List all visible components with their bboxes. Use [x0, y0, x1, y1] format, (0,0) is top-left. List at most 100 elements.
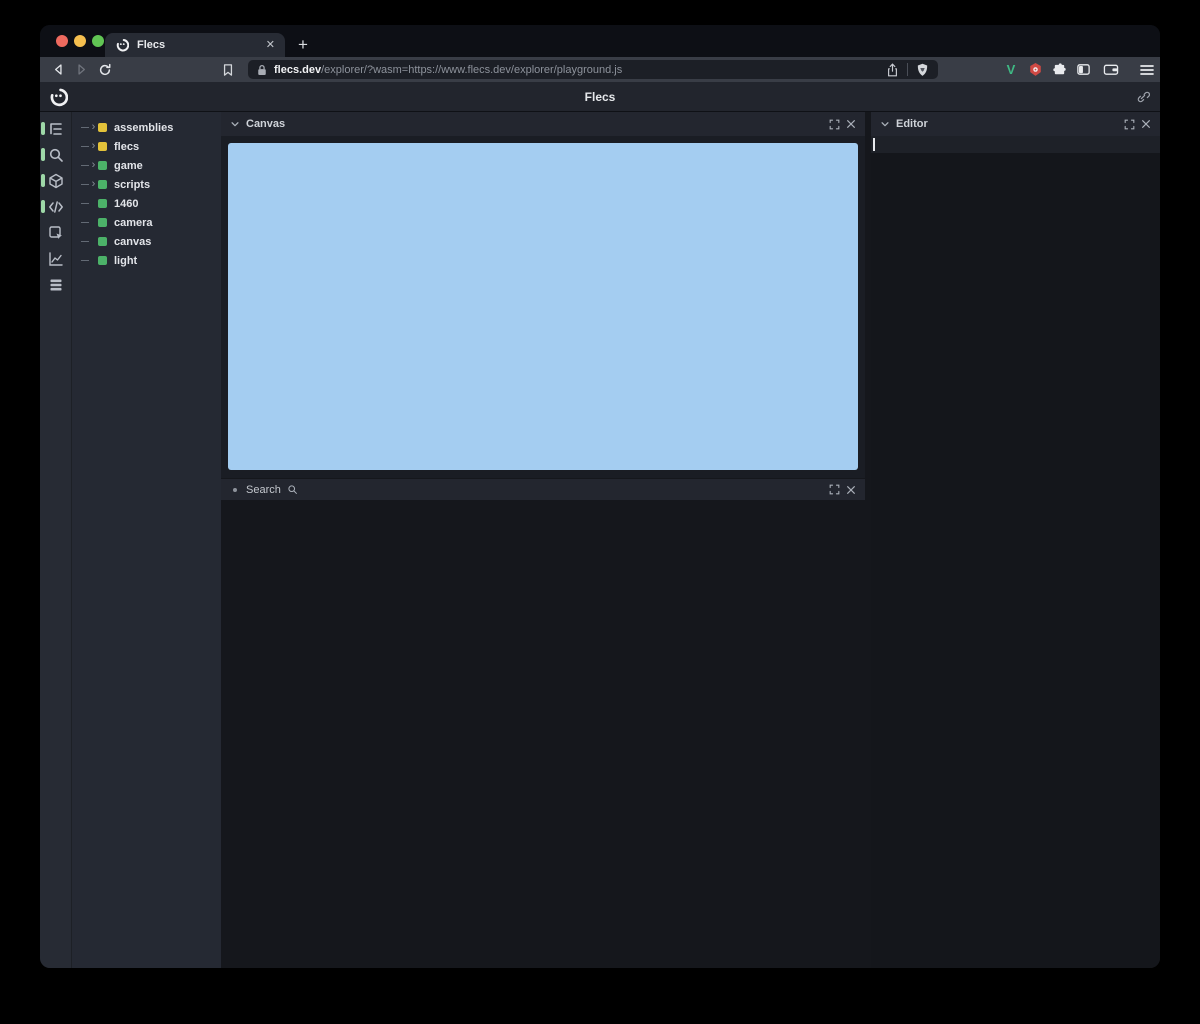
collapsed-bullet-icon[interactable]	[233, 488, 237, 492]
minimize-window-button[interactable]	[74, 35, 86, 47]
forward-icon[interactable]	[71, 57, 91, 82]
page-title: Flecs	[40, 90, 1160, 104]
tab-bar: Flecs ✕ +	[40, 25, 1160, 57]
tree-item-flecs[interactable]: › flecs	[72, 137, 221, 156]
close-window-button[interactable]	[56, 35, 68, 47]
active-indicator	[41, 174, 45, 187]
expand-chevron-icon[interactable]: ›	[89, 160, 98, 171]
tree-branch-line	[81, 260, 89, 261]
editor-panel-title: Editor	[896, 118, 928, 130]
entity-color-swatch	[98, 256, 107, 265]
rail-tables-button[interactable]	[40, 272, 71, 298]
browser-tab[interactable]: Flecs ✕	[105, 33, 285, 57]
tree-item-game[interactable]: › game	[72, 156, 221, 175]
tree-item-1460[interactable]: 1460	[72, 194, 221, 213]
tree-item-label: assemblies	[114, 122, 173, 134]
extension-red-badge-icon[interactable]	[1026, 57, 1044, 82]
urlbar-separator	[907, 63, 908, 76]
tree-item-light[interactable]: light	[72, 251, 221, 270]
screenshot: Flecs ✕ + flecs.dev/explor	[0, 0, 1200, 1024]
tab-close-icon[interactable]: ✕	[266, 40, 275, 51]
url-text: flecs.dev/explorer/?wasm=https://www.fle…	[274, 64, 622, 76]
urlbar-actions	[886, 63, 929, 77]
brave-shield-icon[interactable]	[916, 63, 929, 77]
rail-code-button[interactable]	[40, 194, 71, 220]
navigation-bar: flecs.dev/explorer/?wasm=https://www.fle…	[40, 57, 1160, 82]
canvas-column: Canvas Search	[221, 112, 865, 968]
tree-item-label: game	[114, 160, 143, 172]
collapse-chevron-down-icon[interactable]	[230, 119, 240, 129]
text-caret	[873, 138, 875, 151]
rail-entities-button[interactable]	[40, 168, 71, 194]
tree-item-label: scripts	[114, 179, 150, 191]
app-header: Flecs	[40, 82, 1160, 112]
tree-item-label: 1460	[114, 198, 138, 210]
sidebar-toggle-icon[interactable]	[1074, 57, 1092, 82]
search-icon	[48, 147, 64, 163]
lock-icon	[257, 64, 267, 76]
tree-item-label: flecs	[114, 141, 139, 153]
cube-icon	[48, 173, 64, 189]
entity-color-swatch	[98, 199, 107, 208]
search-panel-title: Search	[246, 484, 281, 496]
active-indicator	[41, 122, 45, 135]
collapse-chevron-down-icon[interactable]	[880, 119, 890, 129]
wallet-icon[interactable]	[1102, 57, 1120, 82]
fullscreen-icon[interactable]	[1124, 119, 1135, 130]
extensions-puzzle-icon[interactable]	[1050, 57, 1068, 82]
tree-branch-line	[81, 184, 89, 185]
share-icon[interactable]	[886, 63, 899, 77]
rail-inspect-button[interactable]	[40, 220, 71, 246]
webgl-canvas[interactable]	[228, 143, 858, 470]
close-panel-icon[interactable]	[846, 119, 856, 129]
canvas-panel-title: Canvas	[246, 118, 285, 130]
tab-favicon-flecs-icon	[115, 38, 129, 52]
tree-item-canvas[interactable]: canvas	[72, 232, 221, 251]
fullscreen-icon[interactable]	[829, 484, 840, 495]
inspect-cursor-icon	[48, 225, 64, 241]
editor-panel-header[interactable]: Editor	[871, 112, 1160, 136]
tree-item-label: canvas	[114, 236, 151, 248]
back-icon[interactable]	[48, 57, 68, 82]
rail-tree-button[interactable]	[40, 116, 71, 142]
search-panel-header[interactable]: Search	[221, 479, 865, 500]
close-panel-icon[interactable]	[846, 485, 856, 495]
expand-chevron-icon[interactable]: ›	[89, 122, 98, 133]
rail-search-button[interactable]	[40, 142, 71, 168]
code-icon	[48, 199, 64, 215]
tree-item-assemblies[interactable]: › assemblies	[72, 118, 221, 137]
active-indicator	[41, 148, 45, 161]
tree-item-camera[interactable]: camera	[72, 213, 221, 232]
tree-branch-line	[81, 241, 89, 242]
expand-chevron-icon[interactable]: ›	[89, 141, 98, 152]
url-bar[interactable]: flecs.dev/explorer/?wasm=https://www.fle…	[248, 60, 938, 79]
editor-column: Editor	[871, 112, 1160, 968]
editor-active-line[interactable]	[871, 136, 1160, 153]
entity-color-swatch	[98, 237, 107, 246]
chart-icon	[48, 251, 64, 267]
rail-stats-button[interactable]	[40, 246, 71, 272]
main-area: › assemblies › flecs › game › scripts 1460 c…	[40, 112, 1160, 968]
fullscreen-icon[interactable]	[829, 119, 840, 130]
url-path: /explorer/?wasm=https://www.flecs.dev/ex…	[321, 64, 622, 76]
tab-title: Flecs	[137, 39, 165, 51]
close-panel-icon[interactable]	[1141, 119, 1151, 129]
menu-hamburger-icon[interactable]	[1138, 57, 1156, 82]
rows-icon	[48, 277, 64, 293]
tree-item-scripts[interactable]: › scripts	[72, 175, 221, 194]
panel-icon-rail	[40, 112, 72, 968]
bookmark-icon[interactable]	[218, 57, 238, 82]
tree-icon	[48, 121, 64, 137]
new-tab-button[interactable]: +	[290, 33, 316, 57]
permalink-icon[interactable]	[1136, 90, 1150, 104]
canvas-panel-header[interactable]: Canvas	[221, 112, 865, 136]
zoom-window-button[interactable]	[92, 35, 104, 47]
code-editor[interactable]	[871, 136, 1160, 968]
magnifier-icon	[287, 484, 298, 495]
tree-item-label: light	[114, 255, 137, 267]
reload-icon[interactable]	[95, 57, 115, 82]
vue-v-glyph: V	[1007, 62, 1016, 77]
canvas-panel-body	[221, 136, 865, 478]
extension-vue-devtools-icon[interactable]: V	[1002, 57, 1020, 82]
expand-chevron-icon[interactable]: ›	[89, 179, 98, 190]
